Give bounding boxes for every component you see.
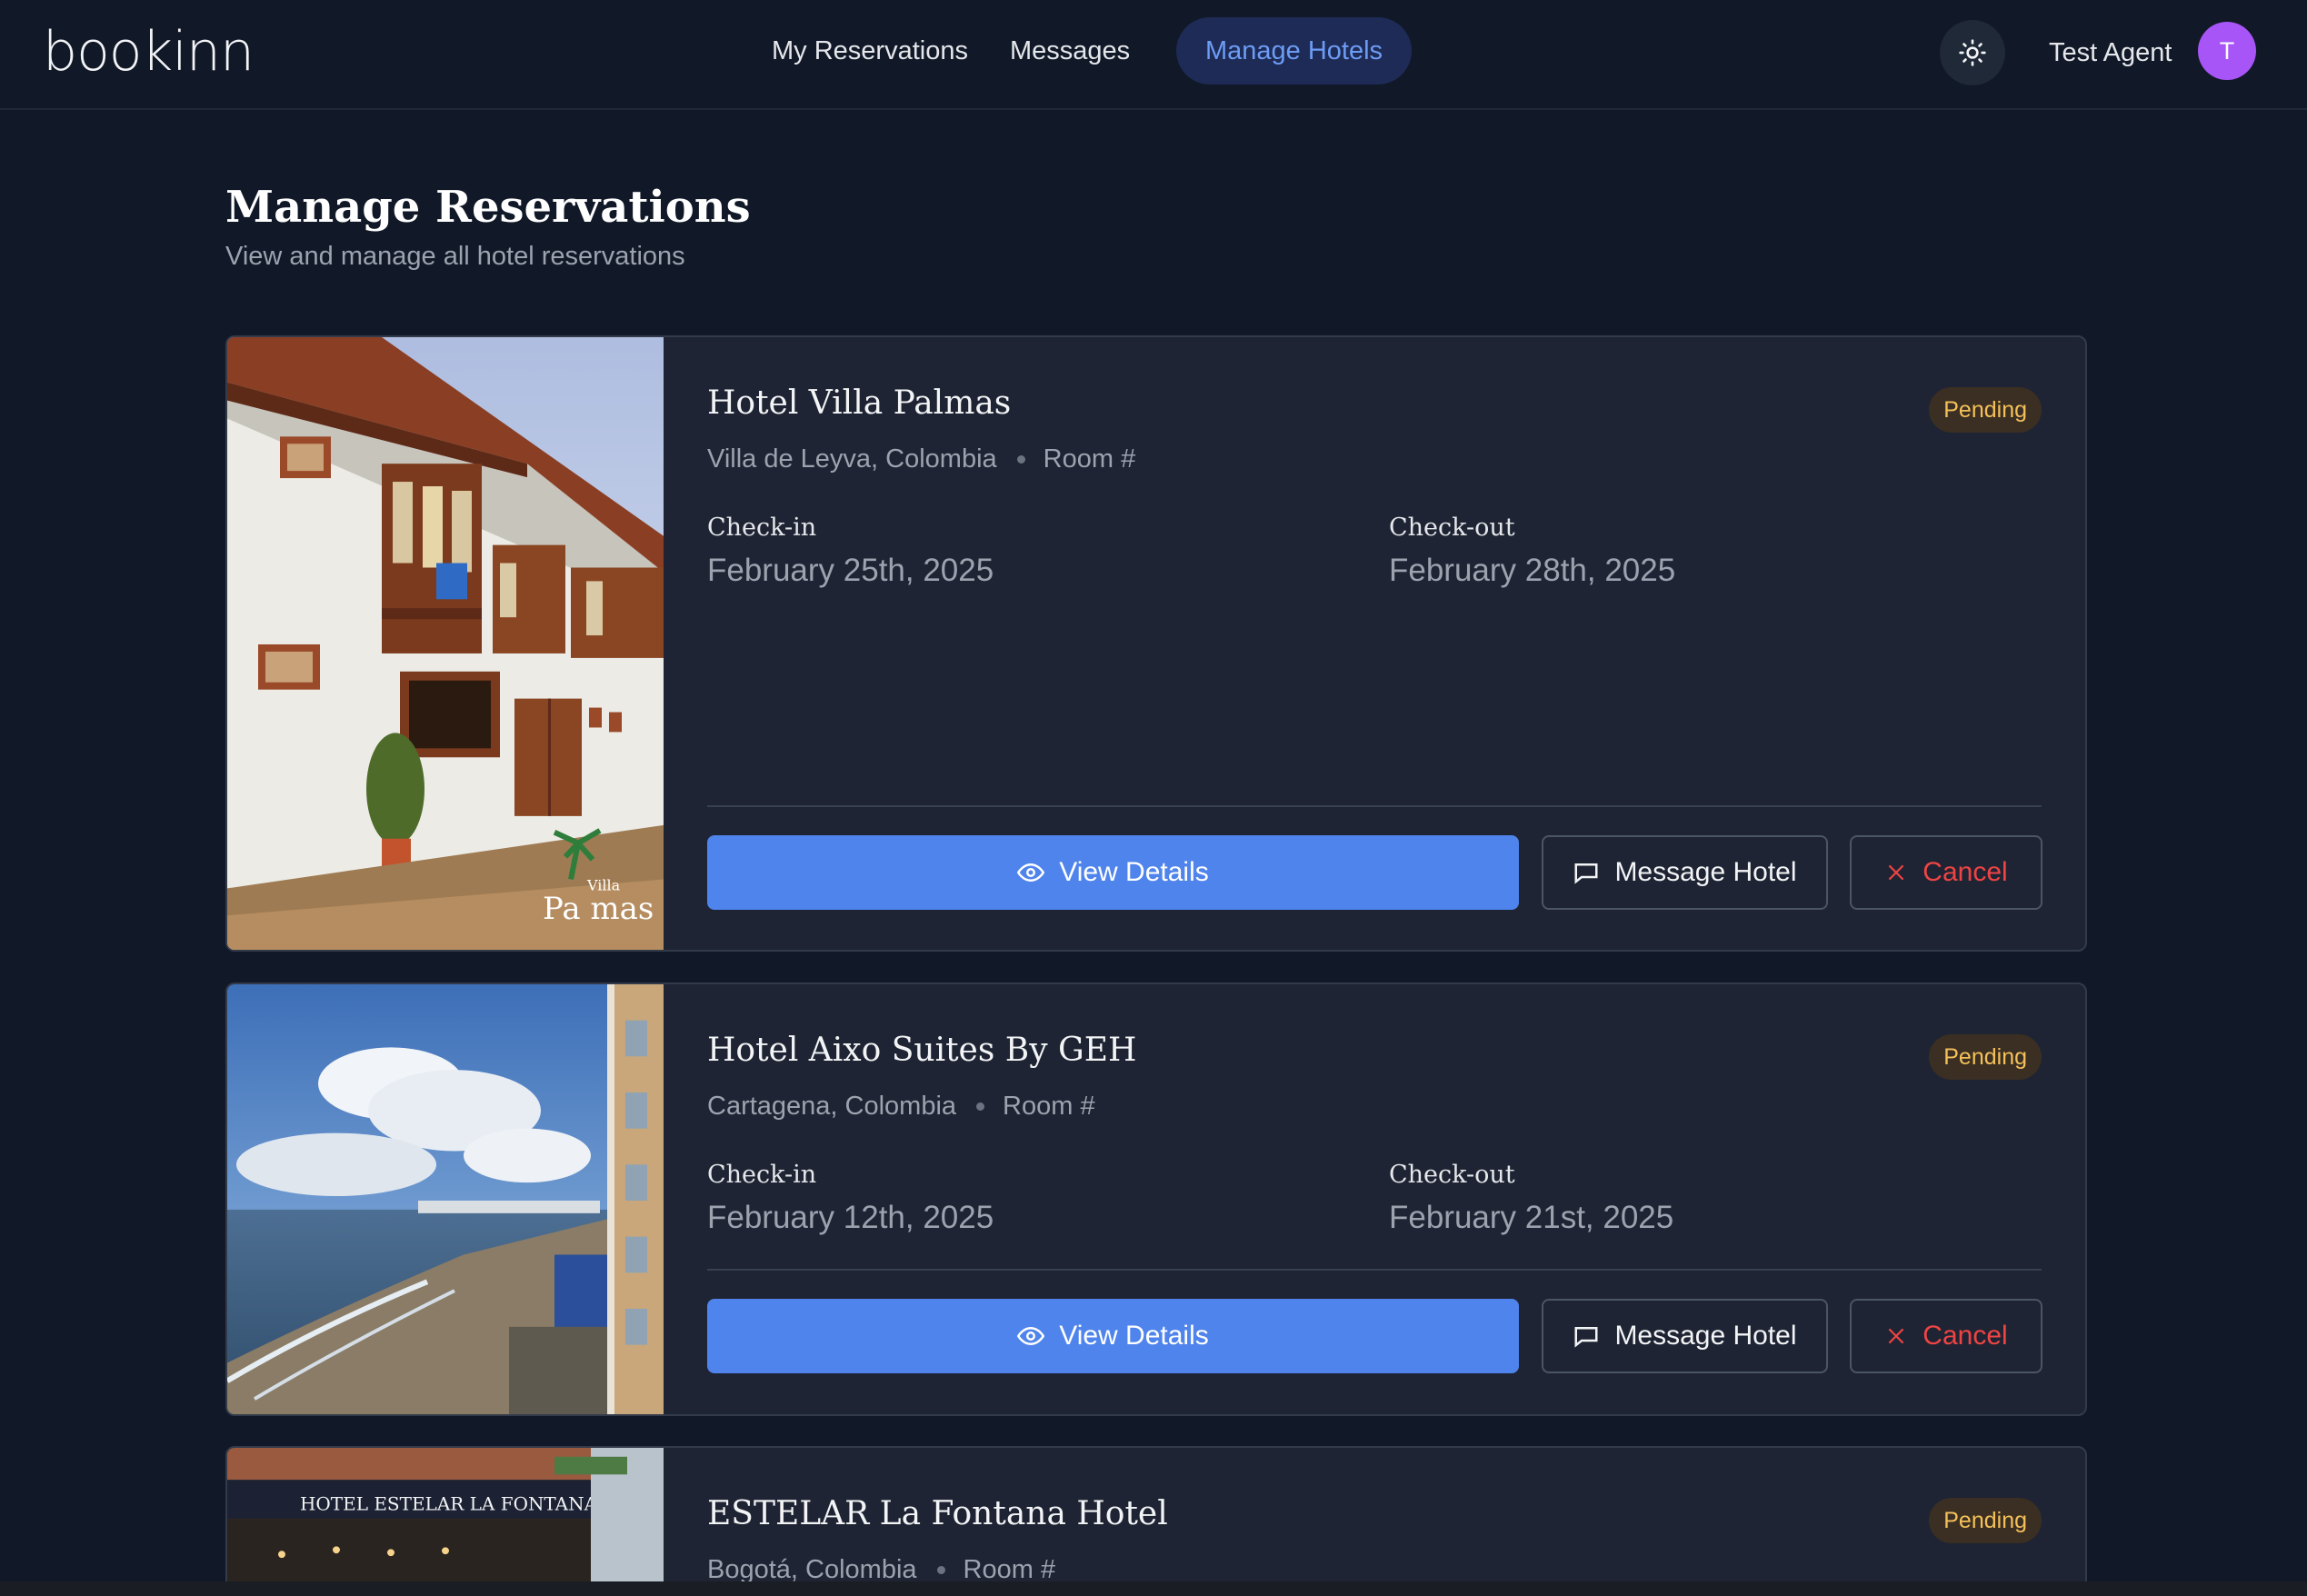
eye-icon [1017,1326,1045,1346]
view-details-label: View Details [1059,857,1209,887]
reservation-card: Pa mas Villa Hotel Villa Palmas Pending … [225,335,2087,952]
reservation-details: ESTELAR La Fontana Hotel Pending Bogotá,… [664,1448,2085,1596]
hotel-aixo-beach-photo [227,984,664,1414]
message-hotel-button[interactable]: Message Hotel [1542,1299,1828,1373]
hotel-image [227,984,664,1414]
room-number: Room # [1043,444,1136,474]
hotel-name: Hotel Villa Palmas [707,384,1012,422]
estelar-sign-text: HOTEL ESTELAR LA FONTANA [300,1494,598,1515]
page-title: Manage Reservations [225,182,751,233]
villa-palmas-logo-small: Villa [586,876,621,893]
chat-bubble-icon [1574,863,1598,884]
status-badge: Pending [1929,1034,2042,1080]
card-divider [707,805,2042,807]
message-hotel-label: Message Hotel [1614,857,1797,887]
status-badge: Pending [1929,1498,2042,1543]
reservation-details: Hotel Villa Palmas Pending Villa de Leyv… [664,337,2085,950]
checkin-date: February 12th, 2025 [707,1200,994,1235]
avatar[interactable]: T [2198,22,2256,80]
message-hotel-label: Message Hotel [1614,1321,1797,1351]
separator-dot [976,1102,985,1111]
hotel-name: ESTELAR La Fontana Hotel [707,1495,1168,1532]
reservation-details: Hotel Aixo Suites By GEH Pending Cartage… [664,984,2085,1414]
card-divider [707,1269,2042,1271]
nav-manage-hotels[interactable]: Manage Hotels [1176,17,1413,85]
location-line: Villa de Leyva, Colombia Room # [707,444,1135,474]
checkin-label: Check-in [707,514,817,542]
hotel-villa-palmas-photo: Pa mas Villa [227,337,664,950]
status-badge: Pending [1929,387,2042,433]
chat-bubble-icon [1574,1327,1598,1348]
window-bottom-edge [0,1581,2307,1596]
cancel-reservation-button[interactable]: Cancel [1850,1299,2042,1373]
checkout-date: February 28th, 2025 [1389,553,1676,588]
cancel-label: Cancel [1922,1321,2008,1351]
separator-dot [1016,455,1025,464]
reservation-card: Hotel Aixo Suites By GEH Pending Cartage… [225,983,2087,1416]
x-icon [1888,1328,1904,1344]
hotel-location: Cartagena, Colombia [707,1092,957,1121]
x-icon [1888,864,1904,881]
nav-messages[interactable]: Messages [1010,17,1130,85]
view-details-button[interactable]: View Details [707,835,1519,910]
checkout-label: Check-out [1389,514,1515,542]
view-details-label: View Details [1059,1321,1209,1351]
nav-my-reservations[interactable]: My Reservations [772,17,968,85]
location-line: Cartagena, Colombia Room # [707,1092,1095,1122]
message-hotel-button[interactable]: Message Hotel [1542,835,1828,910]
checkin-date: February 25th, 2025 [707,553,994,588]
villa-palmas-logo-text: Pa mas [543,891,654,926]
cancel-label: Cancel [1922,857,2008,887]
hotel-location: Villa de Leyva, Colombia [707,444,997,474]
hotel-image: HOTEL ESTELAR LA FONTANA [227,1448,664,1596]
checkout-label: Check-out [1389,1161,1515,1189]
view-details-button[interactable]: View Details [707,1299,1519,1373]
checkin-label: Check-in [707,1161,817,1189]
reservation-card: HOTEL ESTELAR LA FONTANA ESTELAR La Font… [225,1446,2087,1596]
page-subtitle: View and manage all hotel reservations [225,242,685,271]
hotel-estelar-photo: HOTEL ESTELAR LA FONTANA [227,1448,664,1596]
hotel-name: Hotel Aixo Suites By GEH [707,1032,1137,1069]
sun-icon [1959,39,1986,66]
eye-icon [1017,863,1045,883]
cancel-reservation-button[interactable]: Cancel [1850,835,2042,910]
hotel-image: Pa mas Villa [227,337,664,950]
checkout-date: February 21st, 2025 [1389,1200,1674,1235]
top-navigation-bar: bookinn My Reservations Messages Manage … [0,0,2307,110]
user-name[interactable]: Test Agent [2049,20,2172,85]
separator-dot [936,1566,945,1574]
theme-toggle-button[interactable] [1940,20,2005,85]
room-number: Room # [1003,1092,1095,1121]
